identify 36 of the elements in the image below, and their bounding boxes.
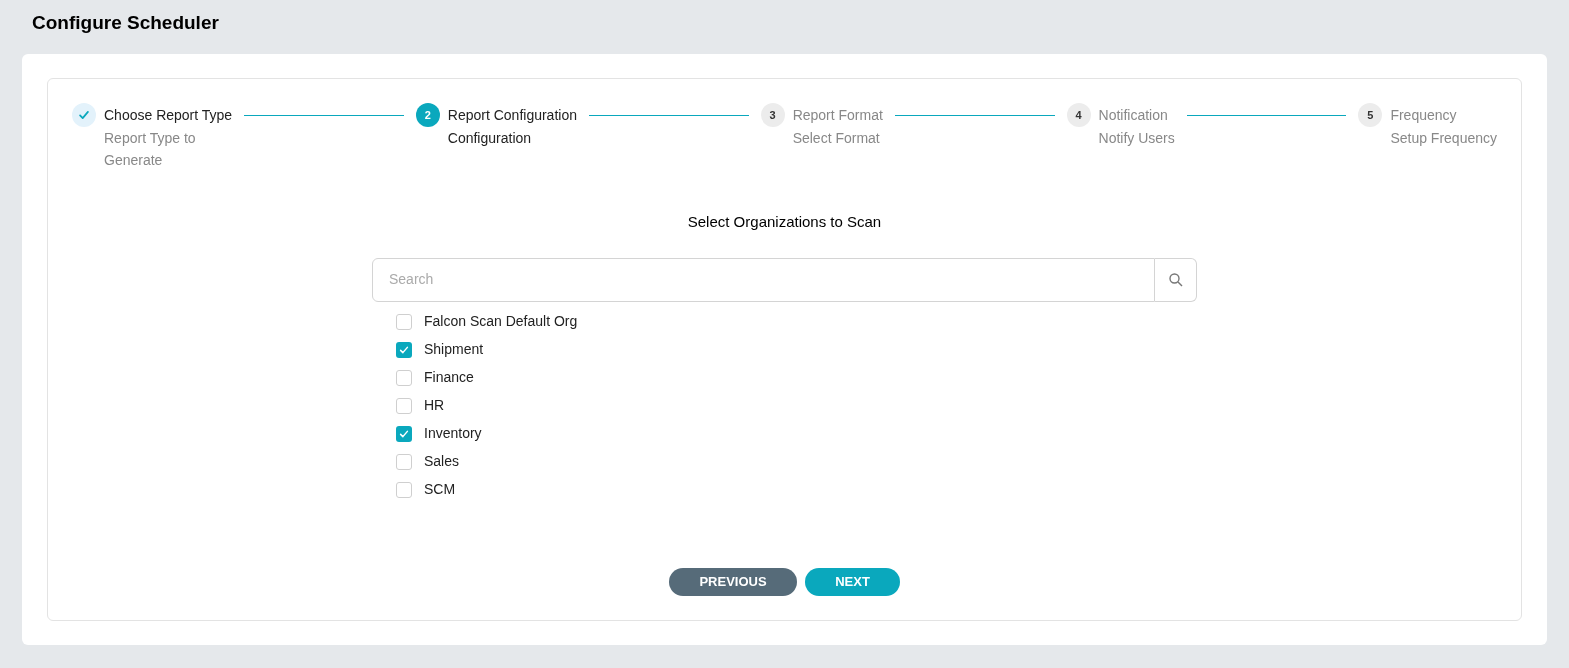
checkbox-label: Finance (424, 368, 474, 387)
step-subtitle: Configuration (447, 129, 533, 148)
checkbox[interactable] (396, 397, 412, 414)
checkbox-label: HR (424, 396, 445, 415)
step-number: 3 (760, 103, 785, 127)
search-button[interactable] (1155, 257, 1197, 302)
checkbox-label: Sales (424, 452, 460, 471)
checkbox[interactable] (396, 425, 412, 442)
step-number: 2 (415, 103, 440, 127)
step-title: Report Configuration (447, 106, 577, 125)
checkbox[interactable] (396, 453, 412, 470)
step-title: Notification (1098, 106, 1169, 125)
step-subtitle: Setup Frequency (1390, 129, 1497, 148)
page-title: Configure Scheduler (32, 10, 219, 35)
search-field[interactable]: Search (372, 257, 1155, 302)
step-number: 4 (1066, 103, 1091, 127)
checkbox[interactable] (396, 313, 412, 330)
checkbox-label: SCM (424, 480, 456, 499)
checkbox[interactable] (396, 369, 412, 386)
checkbox[interactable] (396, 341, 412, 358)
previous-button[interactable]: PREVIOUS (669, 568, 797, 596)
checkbox[interactable] (396, 481, 412, 498)
step-title: Choose Report Type (104, 106, 233, 125)
check-icon (77, 108, 91, 122)
search-icon (1167, 271, 1184, 288)
step-title: Report Format (792, 106, 883, 125)
checkbox-label: Shipment (424, 340, 484, 359)
step-title: Frequency (1390, 106, 1458, 125)
next-button[interactable]: NEXT (805, 568, 900, 596)
step-subtitle: Notify Users (1098, 129, 1175, 148)
section-title: Select Organizations to Scan (687, 212, 882, 232)
checkbox-label: Inventory (424, 424, 482, 443)
step-number: 5 (1358, 103, 1383, 127)
step-subtitle: Select Format (792, 129, 881, 148)
checkbox-label: Falcon Scan Default Org (424, 312, 578, 331)
step-subtitle: Report Type to Generate (104, 129, 197, 170)
